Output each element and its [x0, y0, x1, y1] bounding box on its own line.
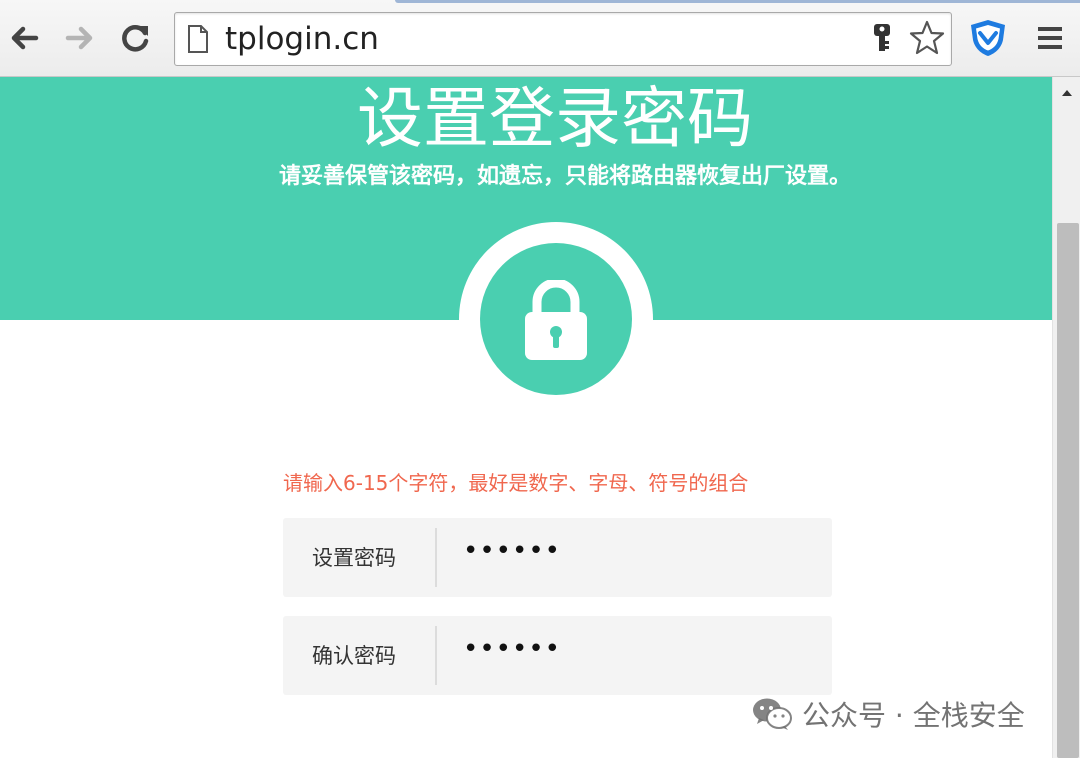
back-arrow-icon: [11, 26, 39, 50]
vertical-scrollbar[interactable]: [1052, 77, 1080, 758]
scroll-up-arrow-icon: [1062, 90, 1072, 96]
page-icon: [188, 25, 208, 53]
reload-icon: [122, 25, 149, 52]
page-subtitle: 请妥善保管该密码，如遗忘，只能将路由器恢复出厂设置。: [278, 164, 851, 189]
page-viewport: 设置登录密码 请妥善保管该密码，如遗忘，只能将路由器恢复出厂设置。 请输入6-1…: [0, 77, 1052, 758]
confirm-password-input[interactable]: ••••••: [463, 634, 803, 674]
confirm-password-label: 确认密码: [312, 644, 396, 668]
scroll-up-button[interactable]: [1053, 83, 1080, 103]
browser-toolbar: tplogin.cn: [0, 0, 1080, 77]
address-bar[interactable]: tplogin.cn: [174, 12, 952, 66]
set-password-input[interactable]: ••••••: [463, 536, 803, 576]
lock-badge: [480, 243, 632, 395]
wechat-icon: [753, 698, 792, 730]
page-title: 设置登录密码: [357, 80, 753, 157]
set-password-field[interactable]: 设置密码 ••••••: [283, 518, 832, 597]
reload-button[interactable]: [118, 20, 154, 56]
watermark-text: 公众号 · 全栈安全: [802, 699, 1025, 732]
bookmark-star-icon[interactable]: [909, 20, 945, 56]
field-divider: [435, 626, 437, 685]
set-password-label: 设置密码: [312, 546, 396, 570]
back-button[interactable]: [6, 20, 42, 56]
forward-button[interactable]: [62, 20, 98, 56]
key-icon[interactable]: [871, 23, 893, 53]
shield-extension-icon[interactable]: [968, 18, 1008, 58]
window-edge: [395, 0, 1080, 3]
hamburger-menu-icon[interactable]: [1036, 24, 1064, 52]
watermark: 公众号 · 全栈安全: [752, 694, 1025, 734]
field-divider: [435, 528, 437, 587]
password-hint: 请输入6-15个字符，最好是数字、字母、符号的组合: [283, 471, 749, 495]
padlock-icon: [525, 280, 587, 360]
confirm-password-field[interactable]: 确认密码 ••••••: [283, 616, 832, 695]
forward-arrow-icon: [65, 26, 93, 50]
scrollbar-thumb[interactable]: [1057, 223, 1079, 758]
url-text[interactable]: tplogin.cn: [225, 21, 379, 57]
